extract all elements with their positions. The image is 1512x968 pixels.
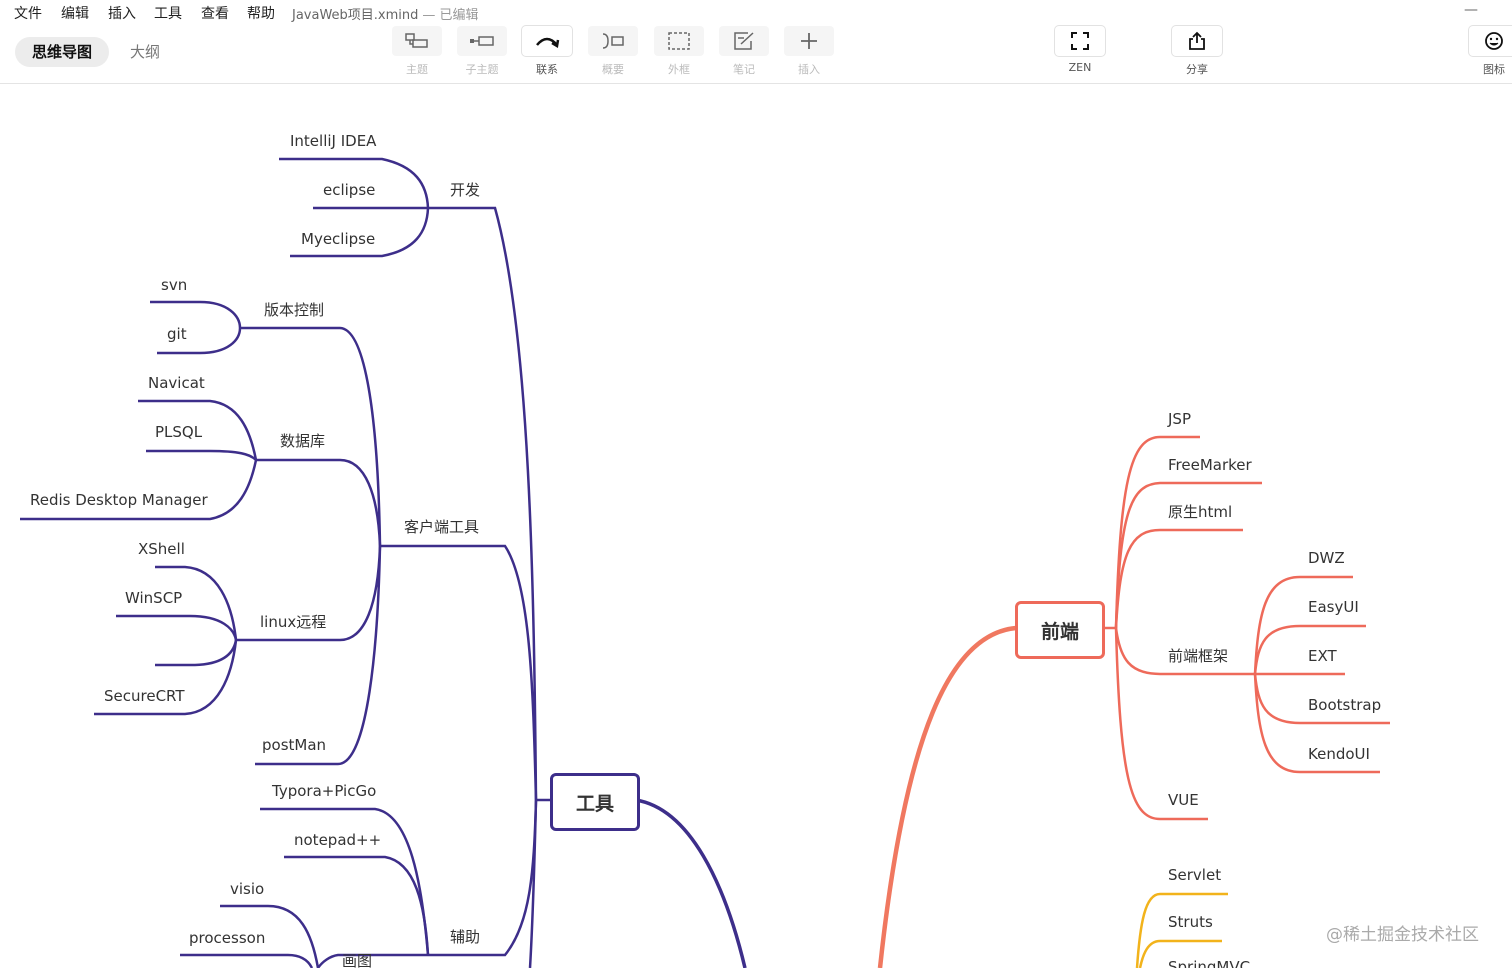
relationship-button[interactable]: 联系 — [520, 26, 574, 77]
zen-label: ZEN — [1068, 61, 1092, 74]
linux-item[interactable]: XShell — [138, 540, 185, 558]
connector-lines — [20, 157, 1390, 968]
note-icon — [734, 32, 754, 50]
smiley-icon — [1485, 32, 1503, 50]
frontend-item-vue[interactable]: VUE — [1168, 791, 1199, 809]
topic-tools[interactable]: 工具 — [550, 773, 640, 831]
framework-item[interactable]: Bootstrap — [1308, 696, 1381, 714]
dev-item[interactable]: eclipse — [323, 181, 375, 199]
framework-item[interactable]: EXT — [1308, 647, 1337, 665]
subtopic-label: 子主题 — [465, 63, 499, 76]
zen-button[interactable]: ZEN — [1053, 26, 1107, 74]
document-status: — 已编辑 — [422, 8, 479, 23]
branch-client-tools[interactable]: 客户端工具 — [404, 518, 479, 536]
document-title: JavaWeb项目.xmind — 已编辑 — [292, 4, 479, 23]
summary-button[interactable]: 概要 — [586, 26, 640, 77]
linux-item[interactable]: SecureCRT — [104, 687, 185, 705]
branch-aux[interactable]: 辅助 — [450, 928, 480, 946]
branch-linux-remote[interactable]: linux远程 — [260, 613, 326, 631]
aux-item[interactable]: Typora+PicGo — [272, 782, 376, 800]
plus-icon — [801, 33, 817, 49]
vcs-item[interactable]: svn — [161, 276, 187, 294]
share-label: 分享 — [1186, 63, 1208, 76]
note-button[interactable]: 笔记 — [717, 26, 771, 77]
summary-icon — [602, 33, 624, 49]
framework-item[interactable]: EasyUI — [1308, 598, 1359, 616]
watermark: @稀土掘金技术社区 — [1326, 925, 1479, 945]
frontend-item[interactable]: 原生html — [1168, 503, 1232, 521]
tab-outline[interactable]: 大纲 — [113, 37, 177, 67]
linux-item[interactable]: WinSCP — [125, 589, 182, 607]
framework-item[interactable]: DWZ — [1308, 549, 1345, 567]
share-icon — [1189, 31, 1205, 50]
menu-insert[interactable]: 插入 — [108, 3, 136, 23]
draw-item[interactable]: visio — [230, 880, 264, 898]
tab-mindmap[interactable]: 思维导图 — [15, 37, 110, 67]
dev-item[interactable]: IntelliJ IDEA — [290, 132, 376, 150]
branch-dev[interactable]: 开发 — [450, 181, 480, 199]
framework-item[interactable]: KendoUI — [1308, 745, 1370, 763]
relationship-icon — [536, 37, 560, 49]
branch-drawing[interactable]: 画图 — [342, 952, 372, 968]
menu-file[interactable]: 文件 — [14, 3, 42, 23]
db-item[interactable]: PLSQL — [155, 423, 202, 441]
menu-tools[interactable]: 工具 — [154, 3, 182, 23]
frontend-item[interactable]: JSP — [1168, 410, 1191, 428]
toolbar: 思维导图 大纲 主题 子主题 联系 概要 外框 笔记 插入 ZEN 分享 图标 — [0, 24, 1512, 84]
summary-label: 概要 — [602, 63, 624, 76]
subtopic-button[interactable]: 子主题 — [455, 26, 509, 77]
backend-item[interactable]: SpringMVC — [1168, 958, 1250, 968]
branch-database[interactable]: 数据库 — [280, 432, 325, 450]
document-name: JavaWeb项目.xmind — [292, 8, 419, 23]
icon-panel-label: 图标 — [1483, 63, 1505, 76]
subtopic-icon — [470, 36, 494, 46]
relationship-label: 联系 — [536, 63, 558, 76]
backend-item[interactable]: Servlet — [1168, 866, 1221, 884]
menu-edit[interactable]: 编辑 — [61, 3, 89, 23]
menu-help[interactable]: 帮助 — [247, 3, 275, 23]
dev-item[interactable]: Myeclipse — [301, 230, 375, 248]
icon-panel-button[interactable]: 图标 — [1467, 26, 1512, 77]
minimize-button[interactable]: — — [1464, 2, 1478, 18]
share-button[interactable]: 分享 — [1170, 26, 1224, 77]
backend-item[interactable]: Struts — [1168, 913, 1213, 931]
menu-view[interactable]: 查看 — [201, 3, 229, 23]
db-item[interactable]: Navicat — [148, 374, 205, 392]
vcs-item[interactable]: git — [167, 325, 187, 343]
topic-button[interactable]: 主题 — [390, 26, 444, 77]
topic-frontend[interactable]: 前端 — [1015, 601, 1105, 659]
branch-frontend-frameworks[interactable]: 前端框架 — [1168, 647, 1228, 665]
frontend-item[interactable]: FreeMarker — [1168, 456, 1252, 474]
topic-icon — [405, 33, 428, 48]
branch-vcs[interactable]: 版本控制 — [264, 301, 324, 319]
menu-bar: 文件 编辑 插入 工具 查看 帮助 JavaWeb项目.xmind — 已编辑 — — [0, 0, 1512, 24]
postman-item[interactable]: postMan — [262, 736, 326, 754]
fullscreen-icon — [1071, 32, 1089, 50]
db-item[interactable]: Redis Desktop Manager — [30, 491, 208, 509]
boundary-icon — [668, 32, 690, 50]
insert-button[interactable]: 插入 — [782, 26, 836, 77]
boundary-button[interactable]: 外框 — [652, 26, 706, 77]
topic-label: 主题 — [406, 63, 428, 76]
mindmap-canvas[interactable]: 工具 前端 开发 IntelliJ IDEA eclipse Myeclipse… — [0, 84, 1512, 968]
aux-item[interactable]: notepad++ — [294, 831, 381, 849]
draw-item[interactable]: processon — [189, 929, 265, 947]
boundary-label: 外框 — [668, 63, 690, 76]
note-label: 笔记 — [733, 63, 755, 76]
insert-label: 插入 — [798, 63, 820, 76]
